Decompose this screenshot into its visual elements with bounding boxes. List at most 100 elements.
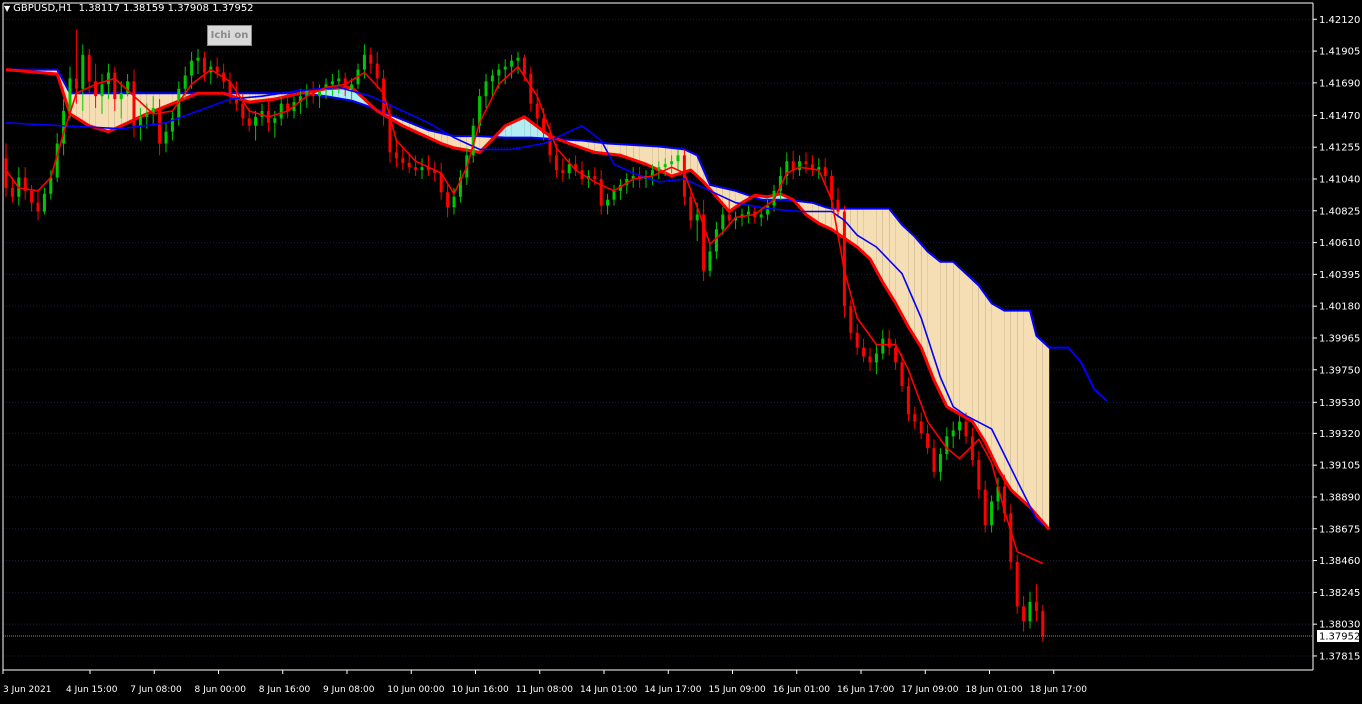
candle-body — [452, 196, 456, 208]
y-tick-label: 1.37815 — [1319, 651, 1360, 662]
candle-body — [106, 72, 110, 85]
candle-body — [330, 81, 334, 85]
kumo-segment — [991, 303, 998, 469]
candle-body — [490, 75, 494, 82]
candle-body — [196, 57, 200, 61]
x-tick-label: 17 Jun 09:00 — [901, 685, 958, 695]
candle-body — [36, 202, 40, 212]
candle-body — [254, 116, 258, 126]
x-tick-label: 10 Jun 16:00 — [452, 685, 509, 695]
candle-body — [510, 60, 514, 67]
y-tick-label: 1.39750 — [1319, 365, 1360, 376]
candle-body — [1022, 606, 1026, 622]
y-tick-label: 1.38245 — [1319, 588, 1360, 599]
x-tick-label: 7 Jun 08:00 — [130, 685, 182, 695]
candle-body — [951, 430, 955, 437]
candle-body — [407, 162, 411, 168]
tenkan-sen-line — [5, 65, 1044, 565]
candle-body — [932, 448, 936, 472]
kumo-segment — [914, 236, 922, 348]
candle-body — [414, 167, 418, 171]
candle-body — [369, 54, 373, 64]
candle-body — [420, 167, 424, 171]
y-tick-label: 1.39105 — [1319, 461, 1360, 472]
candle-body — [970, 436, 974, 460]
candle-body — [657, 167, 661, 171]
candle-body — [516, 57, 520, 61]
kumo-segment — [927, 251, 934, 381]
candle-body — [727, 214, 731, 221]
x-tick-label: 10 Jun 00:00 — [387, 685, 444, 695]
y-tick-label: 1.41690 — [1319, 78, 1360, 89]
y-tick-label: 1.38890 — [1319, 492, 1360, 503]
candle-body — [4, 158, 8, 188]
candle-body — [183, 75, 187, 89]
y-tick-label: 1.39530 — [1319, 398, 1360, 409]
kumo-segment — [1036, 335, 1043, 523]
price-box-label: 1.37952 — [1319, 631, 1360, 642]
price-chart[interactable]: 1.42120 1.41905 1.41690 1.41470 1.41255 1.410… — [0, 0, 1362, 700]
candle-body — [842, 211, 846, 307]
y-tick-label: 1.39320 — [1319, 429, 1360, 440]
candle-body — [113, 72, 117, 100]
candle-body — [503, 66, 507, 70]
candle-body — [68, 78, 72, 111]
candle-body — [990, 501, 994, 526]
x-tick-label: 16 Jun 01:00 — [773, 685, 830, 695]
candle-body — [913, 414, 917, 422]
candle-body — [375, 63, 379, 79]
candle-body — [190, 60, 194, 76]
x-tick-label: 8 Jun 16:00 — [259, 685, 311, 695]
candle-body — [977, 459, 981, 490]
candle-body — [862, 347, 866, 357]
candle-body — [202, 57, 206, 73]
candle-body — [446, 192, 450, 208]
candle-body — [721, 214, 725, 230]
candle-body — [855, 332, 859, 348]
candle-body — [132, 81, 136, 126]
candle-body — [497, 69, 501, 76]
candle-body — [394, 152, 398, 159]
kumo-segment — [946, 261, 954, 411]
kijun-sen-line — [5, 86, 1044, 526]
x-tick-label: 3 Jun 2021 — [3, 685, 51, 695]
kumo-segment — [908, 230, 915, 338]
y-tick-label: 1.40180 — [1319, 302, 1360, 313]
x-tick-label: 14 Jun 17:00 — [644, 685, 701, 695]
candle-body — [945, 436, 949, 455]
kumo-segment — [1010, 310, 1018, 496]
x-tick-label: 18 Jun 17:00 — [1030, 685, 1087, 695]
candle-body — [87, 54, 91, 82]
candle-body — [926, 433, 930, 449]
kumo-segment — [978, 285, 986, 443]
dropdown-triangle-icon[interactable]: ▼ — [4, 4, 10, 13]
kumo-segment — [89, 93, 96, 128]
ichi-toggle-button[interactable]: Ichi on — [207, 25, 252, 46]
chart-header: ▼ GBPUSD,H1 1.38117 1.38159 1.37908 1.379… — [4, 2, 254, 16]
y-tick-label: 1.40825 — [1319, 206, 1360, 217]
candle-body — [522, 57, 526, 74]
candle-body — [804, 161, 808, 165]
candle-body — [881, 338, 885, 354]
candle-body — [561, 170, 565, 174]
candle-body — [145, 113, 149, 117]
candle-body — [689, 196, 693, 221]
candle-body — [836, 199, 840, 212]
y-tick-label: 1.40610 — [1319, 238, 1360, 249]
candle-body — [81, 54, 85, 89]
kumo-segment — [1042, 341, 1050, 530]
candle-body — [484, 81, 488, 97]
candle-body — [958, 421, 962, 431]
candle-body — [676, 155, 680, 162]
candle-body — [593, 176, 597, 179]
symbol-label: GBPUSD,H1 — [13, 3, 73, 14]
candle-body — [887, 338, 891, 348]
kumo-segment — [966, 273, 973, 422]
chart-canvas[interactable]: 1.42120 1.41905 1.41690 1.41470 1.41255 1.410… — [0, 0, 1362, 700]
ohlc-values: 1.38117 1.38159 1.37908 1.37952 — [78, 3, 254, 14]
kumo-segment — [1030, 310, 1037, 515]
candle-body — [279, 103, 283, 119]
y-tick-label: 1.38030 — [1319, 620, 1360, 631]
candle-body — [273, 118, 277, 123]
kumo-segment — [95, 93, 102, 130]
